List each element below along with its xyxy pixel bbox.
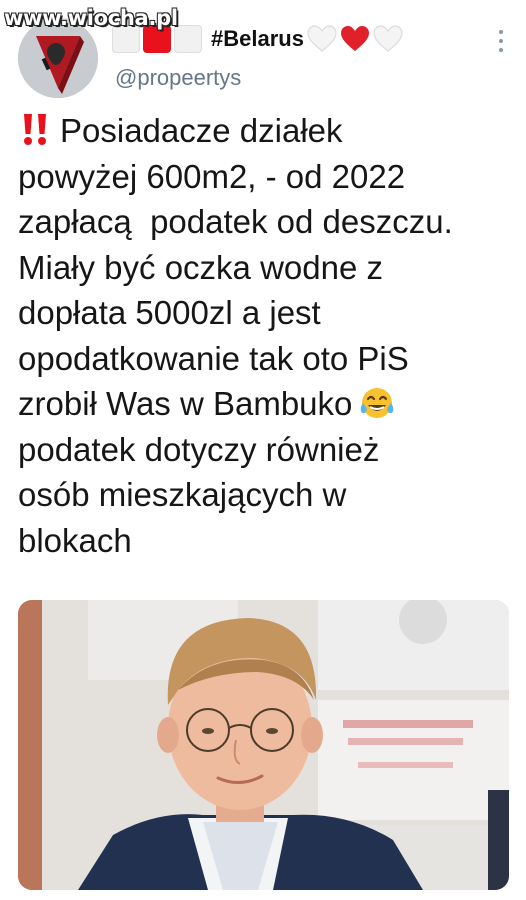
white-heart-icon	[373, 25, 403, 52]
tweet-photo[interactable]	[18, 600, 509, 890]
avatar-image	[18, 18, 98, 98]
tweet-line: zrobił Was w Bambuko	[18, 385, 353, 422]
vertical-ellipsis-icon[interactable]	[498, 30, 504, 52]
tweet-line: opodatkowanie tak oto PiS	[18, 339, 409, 377]
tweet-text: Posiadacze działek powyżej 600m2, - od 2…	[18, 108, 513, 563]
watermark: www.wiocha.pl	[4, 6, 178, 30]
tweet-line: Posiadacze działek	[60, 112, 343, 149]
tweet-line: powyżej 600m2, - od 2022	[18, 157, 406, 195]
avatar[interactable]	[18, 18, 98, 98]
white-flag-icon	[174, 25, 202, 53]
red-heart-icon	[340, 26, 369, 51]
user-handle[interactable]: @propeertys	[115, 65, 241, 91]
photo-image	[18, 600, 509, 890]
tweet-line: dopłata 5000zl a jest	[18, 294, 321, 331]
tweet-line: osób mieszkających w	[18, 476, 347, 513]
white-heart-icon	[307, 25, 337, 52]
tweet-line: Miały być oczka wodne z	[18, 248, 383, 286]
display-name[interactable]: #Belarus	[211, 26, 304, 52]
tweet-line: zapłacą podatek od deszczu.	[18, 203, 453, 240]
tweet-line: blokach	[18, 521, 132, 559]
double-exclamation-icon	[24, 114, 46, 145]
tears-of-joy-emoji-icon	[361, 388, 394, 418]
tweet-line: podatek dotyczy również	[18, 430, 380, 468]
